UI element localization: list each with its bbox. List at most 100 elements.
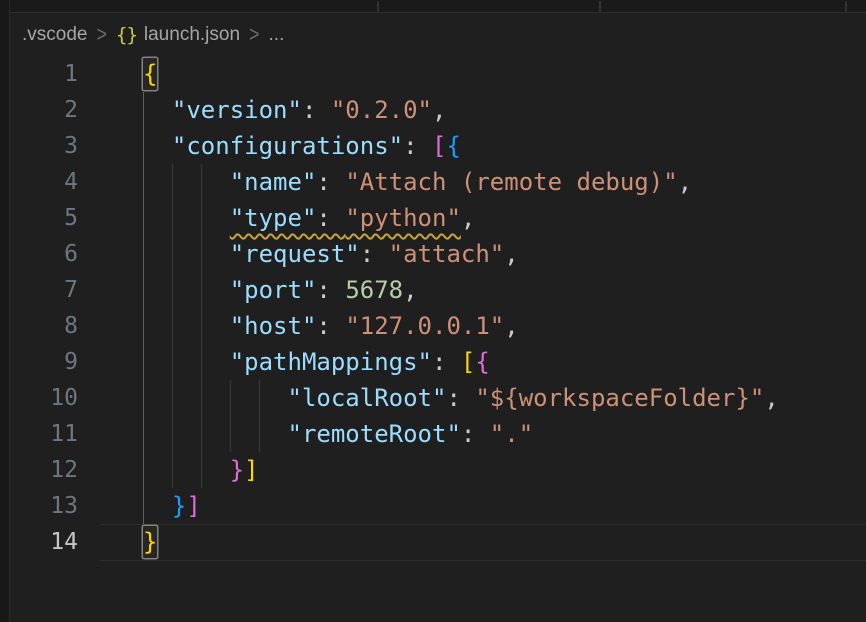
code-text[interactable]: "port": 5678, (143, 272, 418, 308)
line-number[interactable]: 3 (30, 128, 78, 164)
indent-spaces (143, 492, 172, 520)
token-key: "host" (230, 312, 317, 340)
token-string: "${workspaceFolder}" (475, 384, 764, 412)
token-punct: : (432, 348, 461, 376)
token-punct: , (461, 204, 475, 232)
token-key: "name" (230, 168, 317, 196)
token-punct: : (302, 96, 331, 124)
code-text[interactable]: }] (143, 488, 201, 524)
line-number[interactable]: 12 (30, 452, 78, 488)
code-text[interactable]: "type": "python", (143, 200, 475, 236)
code-line[interactable]: 13 }] (0, 488, 866, 524)
code-line[interactable]: 4 "name": "Attach (remote debug)", (0, 164, 866, 200)
indent-spaces (143, 240, 230, 268)
token-key: "port" (230, 276, 317, 304)
token-key: "request" (230, 240, 360, 268)
line-number[interactable]: 10 (30, 380, 78, 416)
token-string: "0.2.0" (331, 96, 432, 124)
code-text[interactable]: { (143, 56, 157, 92)
breadcrumb-symbol-more[interactable]: ... (269, 24, 285, 46)
line-number[interactable]: 8 (30, 308, 78, 344)
code-text[interactable]: "localRoot": "${workspaceFolder}", (143, 380, 779, 416)
breadcrumb: .vscode > {} launch.json > ... (9, 13, 866, 56)
code-line[interactable]: 9 "pathMappings": [{ (0, 344, 866, 380)
bracket-match-box: } (143, 526, 157, 558)
indent-guide (172, 164, 173, 488)
token-punct: : (360, 240, 389, 268)
token-key: "configurations" (172, 132, 403, 160)
line-number[interactable]: 2 (30, 92, 78, 128)
indent-spaces (143, 132, 172, 160)
line-number[interactable]: 13 (30, 488, 78, 524)
token-punct: : (461, 420, 490, 448)
indent-spaces (143, 420, 288, 448)
code-line[interactable]: 6 "request": "attach", (0, 236, 866, 272)
code-text[interactable]: } (143, 524, 157, 560)
token-punct: : (316, 168, 345, 196)
line-number[interactable]: 11 (30, 416, 78, 452)
token-string: "127.0.0.1" (345, 312, 504, 340)
token-bracket2: ] (186, 492, 200, 520)
code-line[interactable]: 5 "type": "python", (0, 200, 866, 236)
token-punct: , (432, 96, 446, 124)
indent-spaces (143, 168, 230, 196)
indent-spaces (143, 348, 230, 376)
line-number[interactable]: 7 (30, 272, 78, 308)
code-line[interactable]: 1{ (0, 56, 866, 92)
token-key: "pathMappings" (230, 348, 432, 376)
token-string: "." (490, 420, 533, 448)
bracket-match-box: { (143, 58, 157, 90)
indent-spaces (143, 312, 230, 340)
token-punct: : (316, 276, 345, 304)
breadcrumb-file[interactable]: launch.json (144, 24, 240, 46)
token-bracket1: [ (461, 348, 475, 376)
code-line[interactable]: 11 "remoteRoot": "." (0, 416, 866, 452)
code-line[interactable]: 3 "configurations": [{ (0, 128, 866, 164)
json-file-icon: {} (116, 24, 137, 46)
token-key: "remoteRoot" (288, 420, 461, 448)
code-text[interactable]: "pathMappings": [{ (143, 344, 490, 380)
code-line[interactable]: 8 "host": "127.0.0.1", (0, 308, 866, 344)
code-text[interactable]: "configurations": [{ (143, 128, 461, 164)
line-number[interactable]: 4 (30, 164, 78, 200)
code-line[interactable]: 2 "version": "0.2.0", (0, 92, 866, 128)
indent-spaces (143, 96, 172, 124)
token-bracket3: } (172, 492, 186, 520)
token-string: "attach" (389, 240, 505, 268)
code-text[interactable]: "request": "attach", (143, 236, 519, 272)
line-number[interactable]: 1 (30, 56, 78, 92)
line-number[interactable]: 6 (30, 236, 78, 272)
indent-guide (201, 164, 202, 488)
token-bracket3: { (446, 132, 460, 160)
token-punct: : (446, 384, 475, 412)
sidebar-edge (0, 0, 10, 622)
token-punct: : (316, 312, 345, 340)
code-editor[interactable]: 1{2 "version": "0.2.0",3 "configurations… (0, 0, 866, 622)
token-punct: , (403, 276, 417, 304)
token-punct: , (678, 168, 692, 196)
token-punct: : (403, 132, 432, 160)
code-text[interactable]: "name": "Attach (remote debug)", (143, 164, 692, 200)
code-line[interactable]: 12 }] (0, 452, 866, 488)
line-number[interactable]: 9 (30, 344, 78, 380)
code-line[interactable]: 7 "port": 5678, (0, 272, 866, 308)
indent-spaces (143, 456, 230, 484)
indent-spaces (143, 276, 230, 304)
chevron-right-icon: > (249, 21, 260, 47)
token-punct: , (504, 312, 518, 340)
line-number[interactable]: 5 (30, 200, 78, 236)
token-bracket2: } (230, 456, 244, 484)
code-line[interactable]: 14} (0, 524, 866, 560)
code-line[interactable]: 10 "localRoot": "${workspaceFolder}", (0, 380, 866, 416)
indent-guide (259, 380, 260, 452)
token-warning-squiggle: : (316, 204, 345, 232)
line-number[interactable]: 14 (30, 524, 78, 560)
breadcrumb-folder[interactable]: .vscode (22, 24, 87, 46)
token-key: "version" (172, 96, 302, 124)
code-text[interactable]: "host": "127.0.0.1", (143, 308, 519, 344)
token-punct: , (764, 384, 778, 412)
token-number: 5678 (345, 276, 403, 304)
vscode-editor-window: 1{2 "version": "0.2.0",3 "configurations… (0, 0, 866, 622)
code-text[interactable]: "version": "0.2.0", (143, 92, 446, 128)
indent-spaces (143, 384, 288, 412)
